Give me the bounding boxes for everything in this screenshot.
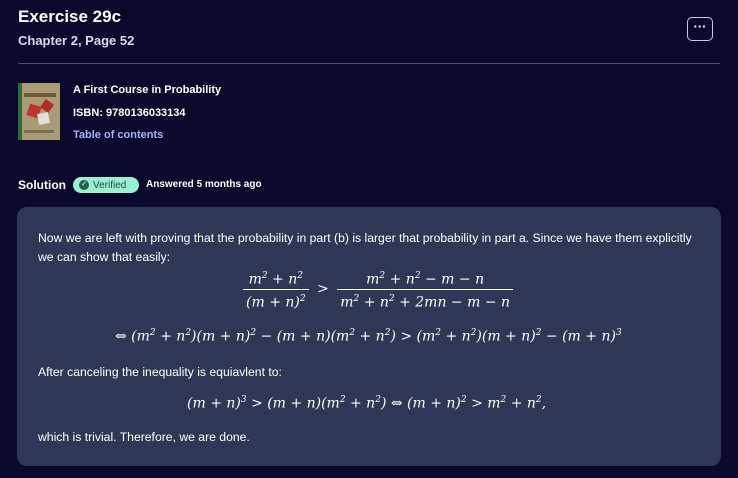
book-cover-spine <box>18 83 22 140</box>
dice-icon <box>40 99 54 113</box>
solution-label: Solution <box>18 178 66 192</box>
page-title: Exercise 29c <box>18 7 122 26</box>
solution-paragraph: Now we are left with proving that the pr… <box>38 231 692 264</box>
verified-badge: ✓ Verified <box>73 177 139 193</box>
solution-paragraph: After canceling the inequality is equiav… <box>38 365 282 379</box>
divider <box>18 63 720 64</box>
answered-timestamp: Answered 5 months ago <box>146 179 262 190</box>
solution-paragraph: which is trivial. Therefore, we are done… <box>38 430 250 444</box>
book-isbn: ISBN: 9780136033134 <box>73 107 186 119</box>
dice-icon <box>36 111 51 126</box>
book-title: A First Course in Probability <box>73 84 222 96</box>
verified-label: Verified <box>93 179 127 191</box>
book-cover-band <box>24 93 56 97</box>
solution-card: Now we are left with proving that the pr… <box>17 207 721 466</box>
more-options-button[interactable]: ··· <box>687 17 713 41</box>
page-subtitle: Chapter 2, Page 52 <box>18 33 135 48</box>
book-cover-image <box>18 83 60 140</box>
book-cover-footer <box>24 130 54 133</box>
check-icon: ✓ <box>79 180 89 190</box>
math-inequality-fraction: m2 + n2 (m + n)2 > m2 + n2 − m − n m2 + n2… <box>243 267 514 311</box>
table-of-contents-link[interactable]: Table of contents <box>73 129 163 141</box>
math-equivalence: ⇔ (m2 + n2)(m + n)2 − (m + n)(m2 + n2) >… <box>115 328 622 345</box>
math-reduced-inequality: (m + n)3 > (m + n)(m2 + n2) ⇔ (m + n)2 >… <box>187 395 547 412</box>
